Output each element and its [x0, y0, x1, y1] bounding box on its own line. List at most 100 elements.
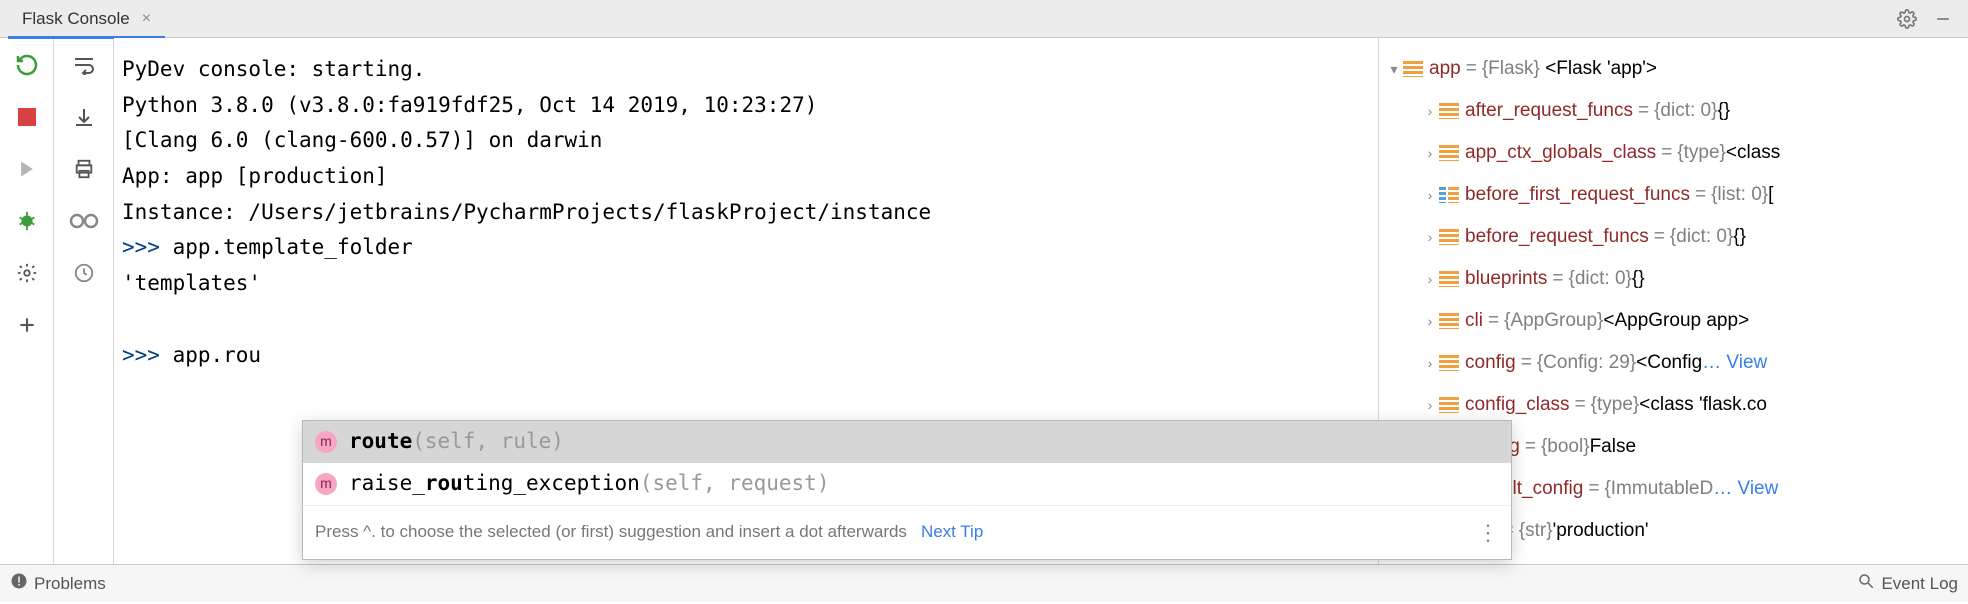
chevron-right-icon[interactable]: › — [1421, 355, 1439, 371]
event-log-button[interactable]: Event Log — [1881, 574, 1958, 594]
show-vars-button[interactable] — [69, 206, 99, 236]
view-link[interactable]: … View — [1713, 478, 1778, 500]
settings-button[interactable] — [12, 258, 42, 288]
chevron-right-icon[interactable]: › — [1421, 313, 1439, 329]
console-line: App: app [production] — [122, 159, 1370, 195]
more-icon[interactable]: ⋮ — [1477, 514, 1499, 551]
var-value: [ — [1768, 184, 1773, 206]
method-icon: m — [315, 431, 337, 453]
chevron-down-icon[interactable]: ▾ — [1385, 61, 1403, 78]
scroll-end-button[interactable] — [69, 102, 99, 132]
var-type: {dict: 0} — [1651, 562, 1714, 564]
warning-icon — [10, 572, 28, 595]
var-value: {} — [1717, 100, 1730, 122]
var-value: {} — [1714, 562, 1727, 564]
autocomplete-item[interactable]: m raise_routing_exception(self, request) — [303, 463, 1511, 505]
main-area: PyDev console: starting. Python 3.8.0 (v… — [0, 38, 1968, 564]
object-icon — [1439, 313, 1459, 329]
next-tip-link[interactable]: Next Tip — [921, 518, 983, 547]
console-input-line[interactable]: >>> app.rou — [122, 338, 1370, 374]
var-value: {} — [1632, 268, 1645, 290]
console-output[interactable]: PyDev console: starting. Python 3.8.0 (v… — [114, 38, 1378, 564]
var-name: cli — [1465, 310, 1483, 332]
console-line: PyDev console: starting. — [122, 52, 1370, 88]
var-value: <class — [1726, 142, 1780, 164]
var-row[interactable]: ›config = {Config: 29} <Config … View — [1379, 342, 1968, 384]
var-type: {dict: 0} — [1569, 268, 1632, 290]
left-toolbar-secondary — [54, 38, 114, 564]
close-icon[interactable]: × — [142, 10, 151, 28]
chevron-right-icon[interactable]: › — [1421, 187, 1439, 203]
gear-icon[interactable] — [1896, 8, 1918, 30]
var-row[interactable]: ›cli = {AppGroup} <AppGroup app> — [1379, 300, 1968, 342]
tab-flask-console[interactable]: Flask Console × — [8, 1, 165, 39]
tab-bar: Flask Console × — [0, 0, 1968, 38]
console-line: [Clang 6.0 (clang-600.0.57)] on darwin — [122, 123, 1370, 159]
object-icon — [1403, 61, 1423, 77]
add-button[interactable] — [12, 310, 42, 340]
stop-button[interactable] — [12, 102, 42, 132]
var-type: {str} — [1519, 520, 1553, 542]
minimize-icon[interactable] — [1932, 8, 1954, 30]
var-name: before_request_funcs — [1465, 226, 1649, 248]
method-icon: m — [315, 473, 337, 495]
left-toolbar-primary — [0, 38, 54, 564]
console-line — [122, 302, 1370, 338]
console-line: 'templates' — [122, 266, 1370, 302]
var-type: {ImmutableD — [1604, 478, 1713, 500]
var-row[interactable]: ›after_request_funcs = {dict: 0} {} — [1379, 90, 1968, 132]
var-name: config_class — [1465, 394, 1570, 416]
var-name: error_handler_spec — [1465, 562, 1630, 564]
var-type: {type} — [1677, 142, 1726, 164]
chevron-right-icon[interactable]: › — [1421, 397, 1439, 413]
var-row[interactable]: ›before_first_request_funcs = {list: 0} … — [1379, 174, 1968, 216]
var-type: {Config: 29} — [1537, 352, 1636, 374]
var-name: app_ctx_globals_class — [1465, 142, 1656, 164]
soft-wrap-button[interactable] — [69, 50, 99, 80]
autocomplete-item[interactable]: m route(self, rule) — [303, 421, 1511, 463]
run-button[interactable] — [12, 154, 42, 184]
var-name: blueprints — [1465, 268, 1547, 290]
var-value: <AppGroup app> — [1603, 310, 1749, 332]
var-type: {AppGroup} — [1504, 310, 1603, 332]
debug-button[interactable] — [12, 206, 42, 236]
autocomplete-footer: Press ^. to choose the selected (or firs… — [303, 505, 1511, 559]
var-value: <class 'flask.co — [1639, 394, 1767, 416]
console-line: Python 3.8.0 (v3.8.0:fa919fdf25, Oct 14 … — [122, 88, 1370, 124]
var-value: 'production' — [1553, 520, 1649, 542]
autocomplete-popup: m route(self, rule) m raise_routing_exce… — [302, 420, 1512, 560]
history-button[interactable] — [69, 258, 99, 288]
chevron-right-icon[interactable]: › — [1421, 103, 1439, 119]
var-type: {type} — [1591, 394, 1640, 416]
print-button[interactable] — [69, 154, 99, 184]
search-icon — [1857, 572, 1875, 595]
var-value: {} — [1733, 226, 1746, 248]
object-icon — [1439, 397, 1459, 413]
var-name: before_first_request_funcs — [1465, 184, 1690, 206]
console-prompt-line: >>> app.template_folder — [122, 230, 1370, 266]
footer-hint: Press ^. to choose the selected (or firs… — [315, 518, 907, 547]
var-name: config — [1465, 352, 1516, 374]
console-line: Instance: /Users/jetbrains/PycharmProjec… — [122, 195, 1370, 231]
var-root[interactable]: ▾ app = {Flask} <Flask 'app'> — [1379, 48, 1968, 90]
var-value: <Config — [1636, 352, 1702, 374]
var-type: {list: 0} — [1711, 184, 1768, 206]
chevron-right-icon[interactable]: › — [1421, 145, 1439, 161]
var-type: {dict: 0} — [1654, 100, 1717, 122]
object-icon — [1439, 145, 1459, 161]
chevron-right-icon[interactable]: › — [1421, 271, 1439, 287]
view-link[interactable]: … View — [1702, 352, 1767, 374]
chevron-right-icon[interactable]: › — [1421, 229, 1439, 245]
rerun-button[interactable] — [12, 50, 42, 80]
var-row[interactable]: ›before_request_funcs = {dict: 0} {} — [1379, 216, 1968, 258]
object-icon — [1439, 229, 1459, 245]
var-row[interactable]: ›blueprints = {dict: 0} {} — [1379, 258, 1968, 300]
problems-button[interactable]: Problems — [34, 574, 106, 594]
var-type: {dict: 0} — [1670, 226, 1733, 248]
object-icon — [1439, 355, 1459, 371]
status-bar: Problems Event Log — [0, 564, 1968, 602]
var-row[interactable]: ›app_ctx_globals_class = {type} <class — [1379, 132, 1968, 174]
object-icon — [1439, 103, 1459, 119]
tab-title: Flask Console — [22, 9, 130, 29]
var-type: {bool} — [1541, 436, 1590, 458]
